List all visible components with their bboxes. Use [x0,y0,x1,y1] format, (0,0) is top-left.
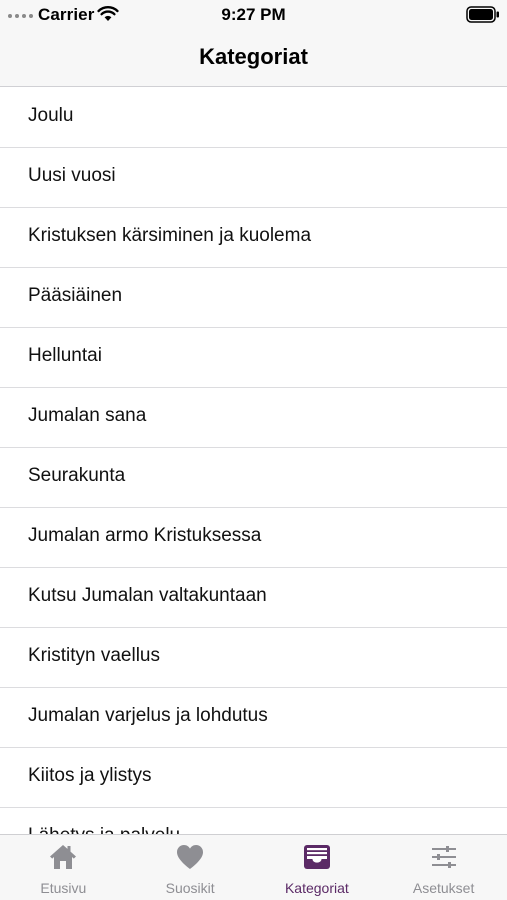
category-item-seurakunta[interactable]: Seurakunta [0,448,507,508]
category-label: Kutsu Jumalan valtakuntaan [28,585,267,606]
category-label: Uusi vuosi [28,165,116,186]
category-item-varjelus[interactable]: Jumalan varjelus ja lohdutus [0,688,507,748]
category-label: Jumalan sana [28,405,147,426]
tab-label: Kategoriat [284,880,349,896]
home-icon [50,845,77,869]
category-item-jumalan-sana[interactable]: Jumalan sana [0,388,507,448]
category-label: Helluntai [28,345,102,366]
category-label: Kiitos ja ylistys [28,765,152,786]
category-item-joulu[interactable]: Joulu [0,88,507,148]
clock: 9:27 PM [221,5,286,24]
tab-etusivu[interactable]: Etusivu [0,835,127,900]
tab-asetukset[interactable]: Asetukset [380,835,507,900]
category-label: Lähetys ja palvelu [28,825,180,834]
category-label: Kristityn vaellus [28,645,160,666]
category-label: Seurakunta [28,465,126,486]
tab-label: Etusivu [40,880,87,896]
category-label: Joulu [28,105,74,126]
heart-icon [177,845,204,869]
category-item-kristityn-vaellus[interactable]: Kristityn vaellus [0,628,507,688]
tab-bar: Etusivu Suosikit Kategoriat Asetukset [0,834,507,900]
tab-suosikit[interactable]: Suosikit [127,835,254,900]
category-label: Jumalan armo Kristuksessa [28,525,262,546]
category-item-uusi-vuosi[interactable]: Uusi vuosi [0,148,507,208]
tab-label: Asetukset [412,880,475,896]
category-label: Kristuksen kärsiminen ja kuolema [28,225,312,246]
category-item-lahetys[interactable]: Lähetys ja palvelu [0,808,507,834]
category-item-jumalan-armo[interactable]: Jumalan armo Kristuksessa [0,508,507,568]
category-label: Jumalan varjelus ja lohdutus [28,705,268,726]
page-title: Kategoriat [199,44,308,69]
sliders-icon [431,846,456,868]
category-item-karsiminen[interactable]: Kristuksen kärsiminen ja kuolema [0,208,507,268]
category-item-helluntai[interactable]: Helluntai [0,328,507,388]
tray-icon [303,845,330,869]
battery-icon [466,6,499,23]
tab-kategoriat[interactable]: Kategoriat [254,835,381,900]
status-bar: Carrier 9:27 PM [0,0,507,30]
category-item-kutsu[interactable]: Kutsu Jumalan valtakuntaan [0,568,507,628]
category-list[interactable]: Joulu Uusi vuosi Kristuksen kärsiminen j… [0,88,507,834]
category-item-paasiainen[interactable]: Pääsiäinen [0,268,507,328]
app-screen: Carrier 9:27 PM Kategoriat Joulu Uusi vu… [0,0,507,900]
navigation-bar: Kategoriat [0,30,507,87]
tab-label: Suosikit [165,880,215,896]
category-item-kiitos[interactable]: Kiitos ja ylistys [0,748,507,808]
category-label: Pääsiäinen [28,285,123,306]
